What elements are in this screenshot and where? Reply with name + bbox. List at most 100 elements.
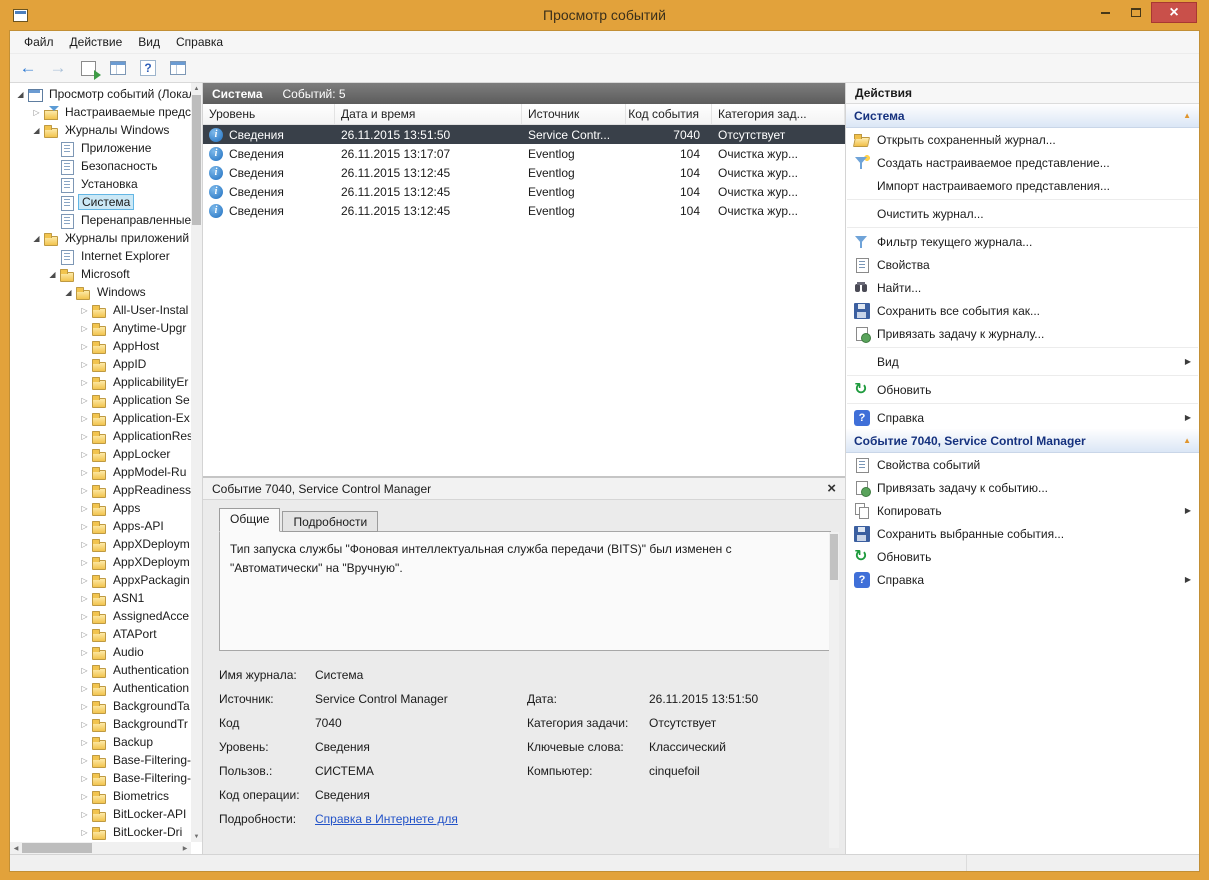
- tree-item[interactable]: ▷ Настраиваемые предста: [10, 103, 191, 121]
- expand-arrow-icon[interactable]: ▷: [78, 504, 91, 513]
- details-scrollbar[interactable]: [829, 532, 839, 848]
- action-item[interactable]: Свойства: [846, 253, 1199, 276]
- tree-item[interactable]: ▷ AppModel-Ru: [10, 463, 191, 481]
- forward-button[interactable]: [48, 58, 68, 78]
- action-item[interactable]: Свойства событий: [846, 453, 1199, 476]
- scroll-left-icon[interactable]: ◀: [10, 842, 22, 854]
- scrollbar-thumb[interactable]: [22, 843, 92, 853]
- collapse-section-icon[interactable]: ▲: [1177, 436, 1191, 445]
- tree-item[interactable]: ▷ AppLocker: [10, 445, 191, 463]
- tree-item[interactable]: ▷ ApplicationRes: [10, 427, 191, 445]
- tree-item[interactable]: ▷ BackgroundTa: [10, 697, 191, 715]
- tree-item[interactable]: Перенаправленные с: [10, 211, 191, 229]
- action-pane-icon[interactable]: [170, 61, 186, 75]
- titlebar[interactable]: Просмотр событий: [9, 0, 1200, 30]
- action-item[interactable]: Обновить: [846, 545, 1199, 568]
- tree-item[interactable]: ◢ Microsoft: [10, 265, 191, 283]
- action-item[interactable]: Создать настраиваемое представление...: [846, 151, 1199, 174]
- action-item[interactable]: Привязать задачу к событию...: [846, 476, 1199, 499]
- tree-vertical-scrollbar[interactable]: ▲ ▼: [191, 83, 202, 842]
- back-button[interactable]: [18, 58, 38, 78]
- tree-item[interactable]: Приложение: [10, 139, 191, 157]
- column-header[interactable]: Уровень: [203, 104, 335, 124]
- tab[interactable]: Подробности: [282, 511, 379, 532]
- action-section-header[interactable]: Событие 7040, Service Control Manager ▲: [846, 429, 1199, 453]
- expand-arrow-icon[interactable]: ▷: [78, 522, 91, 531]
- details-close-button[interactable]: [827, 480, 836, 497]
- tree-item[interactable]: ▷ Backup: [10, 733, 191, 751]
- tree-item[interactable]: ▷ Application Se: [10, 391, 191, 409]
- scrollbar-thumb[interactable]: [830, 534, 838, 580]
- expand-arrow-icon[interactable]: ▷: [78, 450, 91, 459]
- column-header[interactable]: Категория зад...: [712, 104, 845, 124]
- tree-item[interactable]: ◢ Журналы приложений и: [10, 229, 191, 247]
- tree-item[interactable]: ▷ ATAPort: [10, 625, 191, 643]
- expand-arrow-icon[interactable]: ▷: [78, 684, 91, 693]
- tree-item[interactable]: ▷ AppXDeploym: [10, 535, 191, 553]
- menu-item[interactable]: Вид: [130, 32, 168, 52]
- expand-arrow-icon[interactable]: ▷: [78, 594, 91, 603]
- table-row[interactable]: Сведения 26.11.2015 13:12:45 Eventlog 104 Оч…: [203, 182, 845, 201]
- tree-item[interactable]: ▷ Base-Filtering-: [10, 751, 191, 769]
- action-item[interactable]: Справка ▶: [846, 568, 1199, 591]
- online-help-link[interactable]: Справка в Интернете для: [315, 812, 527, 826]
- expand-arrow-icon[interactable]: ▷: [78, 828, 91, 837]
- column-header[interactable]: Код события: [626, 104, 712, 124]
- column-header[interactable]: Дата и время: [335, 104, 522, 124]
- action-item[interactable]: Справка ▶: [846, 406, 1199, 429]
- scrollbar-thumb[interactable]: [192, 95, 201, 225]
- expand-arrow-icon[interactable]: ▷: [78, 756, 91, 765]
- tree-item[interactable]: Установка: [10, 175, 191, 193]
- expand-arrow-icon[interactable]: ▷: [78, 306, 91, 315]
- action-item[interactable]: Сохранить все события как...: [846, 299, 1199, 322]
- collapse-section-icon[interactable]: ▲: [1177, 111, 1191, 120]
- scroll-right-icon[interactable]: ▶: [179, 842, 191, 854]
- action-item[interactable]: Найти...: [846, 276, 1199, 299]
- expand-arrow-icon[interactable]: ▷: [78, 630, 91, 639]
- expand-arrow-icon[interactable]: ▷: [78, 576, 91, 585]
- expand-arrow-icon[interactable]: ▷: [78, 738, 91, 747]
- action-item[interactable]: Привязать задачу к журналу...: [846, 322, 1199, 345]
- expand-arrow-icon[interactable]: ▷: [78, 486, 91, 495]
- minimize-button[interactable]: [1091, 2, 1120, 23]
- expand-arrow-icon[interactable]: ▷: [78, 702, 91, 711]
- tree-item[interactable]: Безопасность: [10, 157, 191, 175]
- tree-item[interactable]: ▷ Biometrics: [10, 787, 191, 805]
- action-item[interactable]: Фильтр текущего журнала...: [846, 230, 1199, 253]
- collapse-arrow-icon[interactable]: ◢: [30, 234, 43, 243]
- tree-item[interactable]: ▷ Authentication: [10, 679, 191, 697]
- close-button[interactable]: [1151, 2, 1197, 23]
- expand-arrow-icon[interactable]: ▷: [78, 612, 91, 621]
- tree-item[interactable]: ▷ Application-Ex: [10, 409, 191, 427]
- action-item[interactable]: Открыть сохраненный журнал...: [846, 128, 1199, 151]
- tree-horizontal-scrollbar[interactable]: ◀ ▶: [10, 842, 191, 854]
- scroll-down-icon[interactable]: ▼: [191, 831, 202, 842]
- tree-item[interactable]: ▷ BackgroundTr: [10, 715, 191, 733]
- expand-arrow-icon[interactable]: ▷: [30, 108, 43, 117]
- expand-arrow-icon[interactable]: ▷: [78, 360, 91, 369]
- collapse-arrow-icon[interactable]: ◢: [14, 90, 27, 99]
- tree-item[interactable]: ▷ Base-Filtering-: [10, 769, 191, 787]
- expand-arrow-icon[interactable]: ▷: [78, 792, 91, 801]
- collapse-arrow-icon[interactable]: ◢: [46, 270, 59, 279]
- help-icon[interactable]: [140, 60, 156, 76]
- tree-item[interactable]: ◢ Журналы Windows: [10, 121, 191, 139]
- export-list-icon[interactable]: [80, 60, 96, 76]
- expand-arrow-icon[interactable]: ▷: [78, 468, 91, 477]
- tree-item[interactable]: ▷ Anytime-Upgr: [10, 319, 191, 337]
- tab[interactable]: Общие: [219, 508, 281, 532]
- expand-arrow-icon[interactable]: ▷: [78, 324, 91, 333]
- tree-item[interactable]: ▷ BitLocker-API: [10, 805, 191, 823]
- tree-item[interactable]: ▷ Apps-API: [10, 517, 191, 535]
- expand-arrow-icon[interactable]: ▷: [78, 540, 91, 549]
- tree-item[interactable]: ◢ Просмотр событий (Локальн: [10, 85, 191, 103]
- menu-item[interactable]: Справка: [168, 32, 231, 52]
- tree-item[interactable]: ▷ AppHost: [10, 337, 191, 355]
- maximize-button[interactable]: [1121, 2, 1150, 23]
- tree-item[interactable]: ▷ Audio: [10, 643, 191, 661]
- action-item[interactable]: Очистить журнал...: [846, 202, 1199, 225]
- scroll-up-icon[interactable]: ▲: [191, 83, 202, 94]
- tree-item[interactable]: ▷ AppID: [10, 355, 191, 373]
- expand-arrow-icon[interactable]: ▷: [78, 648, 91, 657]
- tree-item[interactable]: Internet Explorer: [10, 247, 191, 265]
